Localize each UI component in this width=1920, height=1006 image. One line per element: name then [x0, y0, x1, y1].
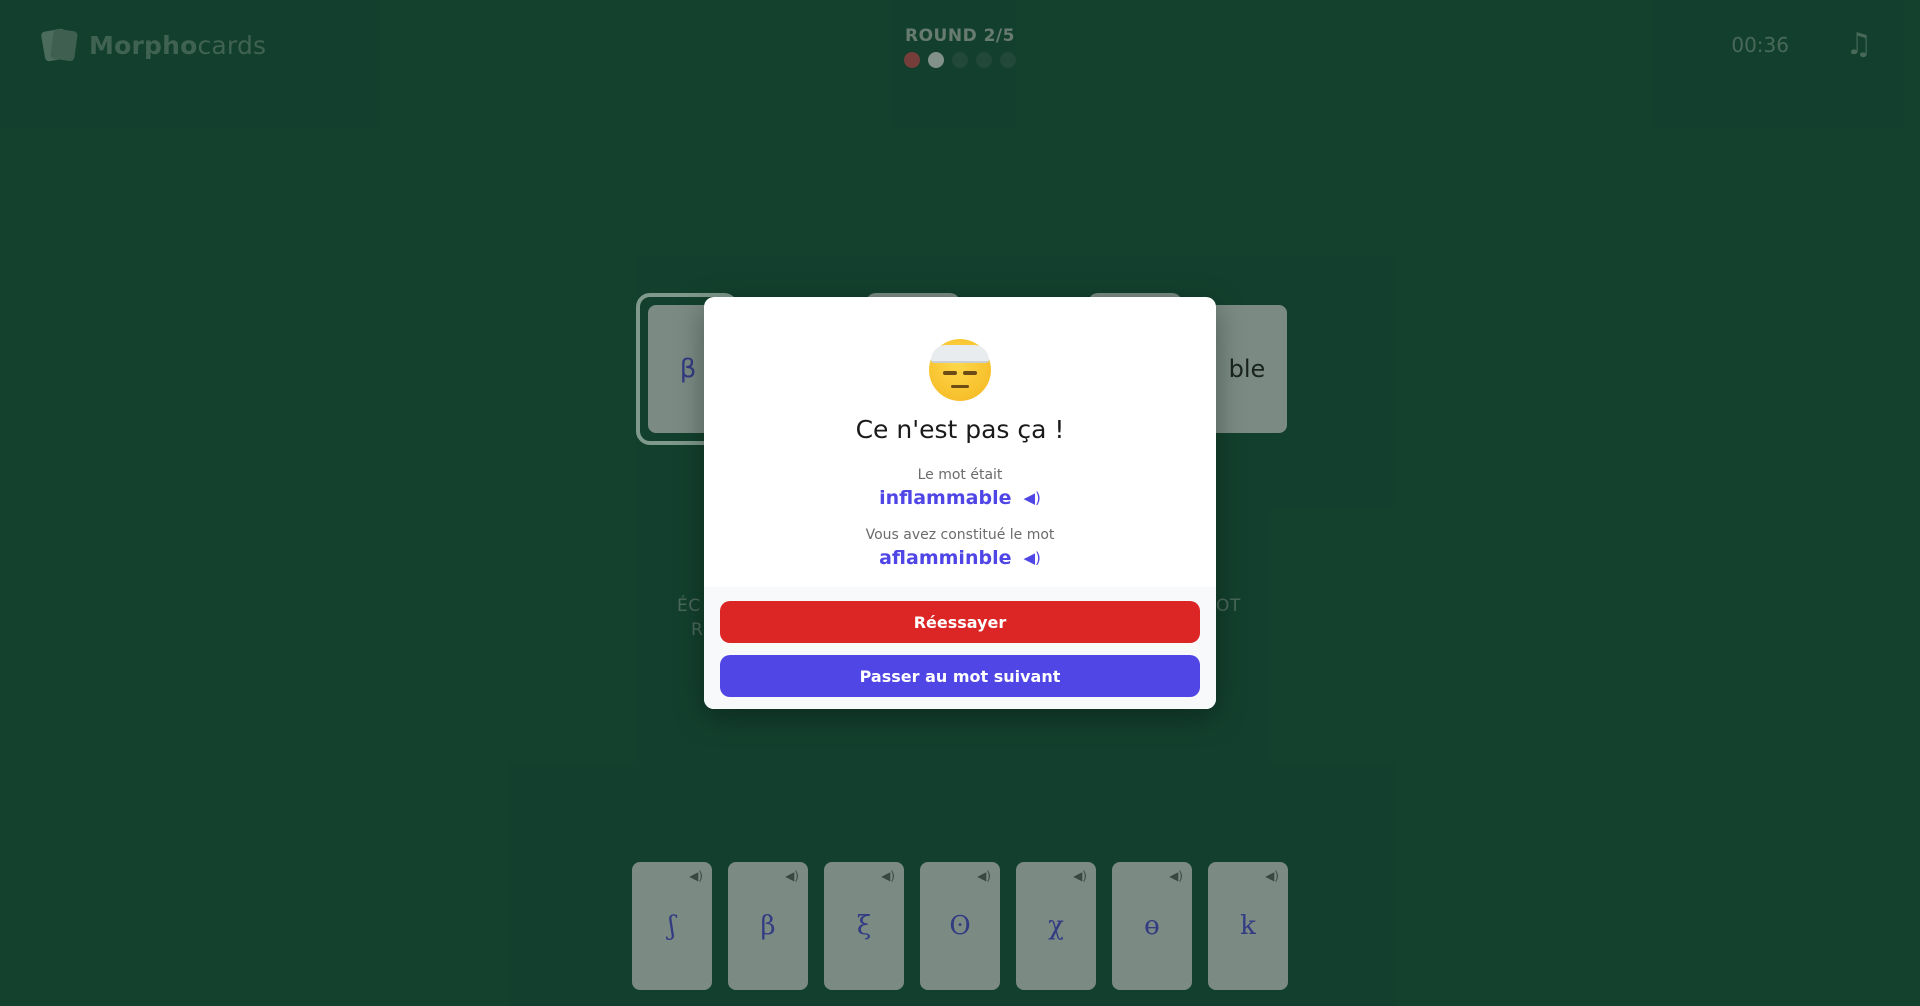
built-word: aflamminble: [879, 547, 1012, 569]
next-word-button[interactable]: Passer au mot suivant: [720, 655, 1200, 697]
speaker-icon[interactable]: ◀): [1023, 489, 1040, 507]
correct-word: inflammable: [879, 487, 1012, 509]
built-word-label: Vous avez constitué le mot: [865, 527, 1055, 543]
face-with-head-bandage-icon: [929, 339, 991, 401]
dialog-title: Ce n'est pas ça !: [855, 415, 1065, 444]
retry-button[interactable]: Réessayer: [720, 601, 1200, 643]
result-dialog: Ce n'est pas ça ! Le mot était inflammab…: [704, 297, 1216, 709]
correct-word-row: inflammable ◀): [704, 487, 1216, 509]
built-word-row: aflamminble ◀): [704, 547, 1216, 569]
speaker-icon[interactable]: ◀): [1023, 549, 1040, 567]
correct-word-label: Le mot était: [917, 467, 1003, 483]
